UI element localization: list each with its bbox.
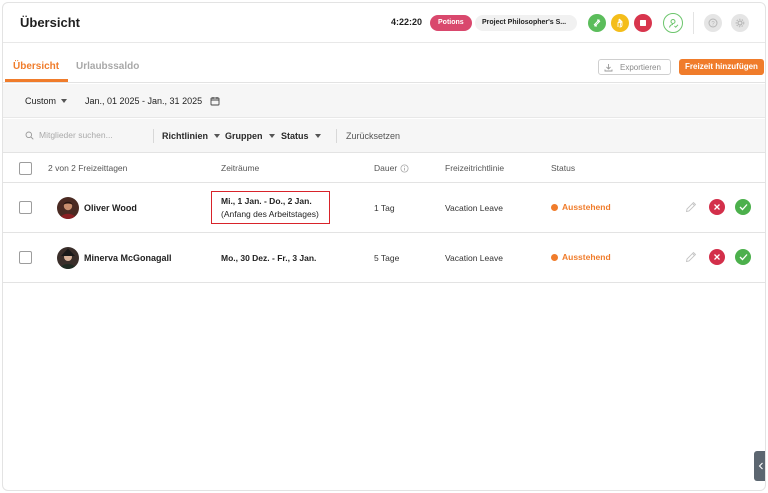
page-title: Übersicht (20, 15, 80, 30)
break-icon (617, 18, 623, 28)
header-count: 2 von 2 Freizeittagen (48, 163, 128, 173)
settings-icon (735, 18, 745, 28)
row-checkbox[interactable] (19, 201, 32, 214)
header-duration-label: Dauer (374, 163, 398, 173)
status-filter-label: Status (281, 131, 309, 141)
header-status[interactable]: Status (551, 163, 575, 173)
top-bar: Übersicht 4:22:20 Potions Project Philos… (3, 3, 765, 43)
duration-cell: 1 Tag (374, 203, 395, 213)
user-status-button[interactable] (663, 13, 683, 33)
member-name[interactable]: Minerva McGonagall (84, 253, 172, 263)
date-preset-select[interactable]: Custom (25, 96, 68, 106)
active-tab-indicator (5, 79, 68, 82)
project-tag[interactable]: Potions (430, 15, 472, 31)
info-icon (400, 164, 409, 172)
chevron-down-icon (268, 134, 275, 138)
close-icon (714, 204, 720, 210)
date-range-picker[interactable]: Jan., 01 2025 - Jan., 31 2025 (85, 96, 220, 106)
policies-filter-label: Richtlinien (162, 131, 209, 141)
policy-cell: Vacation Leave (445, 253, 503, 263)
status-badge: Ausstehend (551, 202, 611, 212)
export-label: Exportieren (620, 62, 661, 72)
date-preset-label: Custom (25, 96, 57, 106)
filter-divider (153, 129, 154, 143)
help-icon: ? (708, 18, 718, 28)
period-note: (Anfang des Arbeitstages) (221, 209, 319, 219)
stop-icon (640, 20, 646, 26)
timer-display: 4:22:20 (391, 17, 423, 27)
pending-icon (551, 203, 558, 211)
groups-filter[interactable]: Gruppen (225, 131, 275, 141)
status-label: Ausstehend (562, 202, 611, 212)
tab-overview[interactable]: Übersicht (13, 61, 59, 72)
export-button[interactable]: Exportieren (598, 59, 671, 75)
download-icon (604, 63, 613, 71)
table-header: 2 von 2 Freizeittagen Zeiträume Dauer Fr… (3, 153, 765, 183)
policies-filter[interactable]: Richtlinien (162, 131, 221, 141)
check-icon (739, 204, 747, 211)
add-time-off-button[interactable]: Freizeit hinzufügen (679, 59, 764, 75)
edit-icon[interactable] (684, 200, 698, 214)
header-divider (693, 12, 694, 34)
chevron-left-icon (758, 462, 763, 470)
chevron-down-icon (214, 134, 221, 138)
tabs-bar: Übersicht Urlaubssaldo Exportieren Freiz… (3, 43, 765, 83)
side-panel-toggle[interactable] (754, 451, 765, 481)
date-range-label: Jan., 01 2025 - Jan., 31 2025 (85, 96, 203, 106)
reject-button[interactable] (709, 249, 725, 265)
header-policy[interactable]: Freizeitrichtlinie (445, 163, 504, 173)
help-button[interactable]: ? (704, 14, 722, 32)
check-icon (739, 254, 747, 261)
approve-button[interactable] (735, 249, 751, 265)
status-badge: Ausstehend (551, 252, 611, 262)
filter-bar: Richtlinien Gruppen Status Zurücksetzen (3, 119, 765, 153)
user-check-icon (668, 18, 678, 28)
project-name[interactable]: Project Philosopher's S... (475, 15, 577, 31)
filter-divider (336, 129, 337, 143)
chevron-down-icon (314, 134, 321, 138)
app-window: Übersicht 4:22:20 Potions Project Philos… (2, 2, 766, 491)
header-periods[interactable]: Zeiträume (221, 163, 259, 173)
chevron-down-icon (61, 99, 68, 103)
period-cell: Mi., 1 Jan. - Do., 2 Jan. (Anfang des Ar… (221, 195, 319, 221)
select-all-checkbox[interactable] (19, 162, 32, 175)
edit-icon[interactable] (684, 250, 698, 264)
status-label: Ausstehend (562, 252, 611, 262)
table-row[interactable]: Minerva McGonagall Mo., 30 Dez. - Fr., 3… (3, 233, 765, 283)
avatar (57, 197, 79, 219)
status-filter[interactable]: Status (281, 131, 321, 141)
table-row[interactable]: Oliver Wood Mi., 1 Jan. - Do., 2 Jan. (A… (3, 183, 765, 233)
date-filter-bar: Custom Jan., 01 2025 - Jan., 31 2025 (3, 84, 765, 118)
policy-cell: Vacation Leave (445, 203, 503, 213)
period-range: Mo., 30 Dez. - Fr., 3 Jan. (221, 253, 317, 263)
approve-button[interactable] (735, 199, 751, 215)
search-input[interactable] (39, 130, 139, 140)
search-icon (25, 131, 34, 140)
row-checkbox[interactable] (19, 251, 32, 264)
header-duration[interactable]: Dauer (374, 163, 409, 173)
break-button[interactable] (611, 14, 629, 32)
pending-icon (551, 253, 558, 261)
close-icon (714, 254, 720, 260)
member-search (25, 130, 139, 140)
avatar (57, 247, 79, 269)
duration-cell: 5 Tage (374, 253, 400, 263)
tab-leave-balance[interactable]: Urlaubssaldo (76, 61, 139, 72)
calendar-icon (210, 97, 220, 106)
groups-filter-label: Gruppen (225, 131, 263, 141)
reject-button[interactable] (709, 199, 725, 215)
period-range: Mi., 1 Jan. - Do., 2 Jan. (221, 196, 312, 206)
period-cell: Mo., 30 Dez. - Fr., 3 Jan. (221, 252, 316, 265)
member-name[interactable]: Oliver Wood (84, 203, 137, 213)
stop-timer-button[interactable] (634, 14, 652, 32)
switch-task-button[interactable] (588, 14, 606, 32)
reset-filters-button[interactable]: Zurücksetzen (346, 131, 400, 141)
switch-icon (593, 19, 601, 27)
settings-button[interactable] (731, 14, 749, 32)
